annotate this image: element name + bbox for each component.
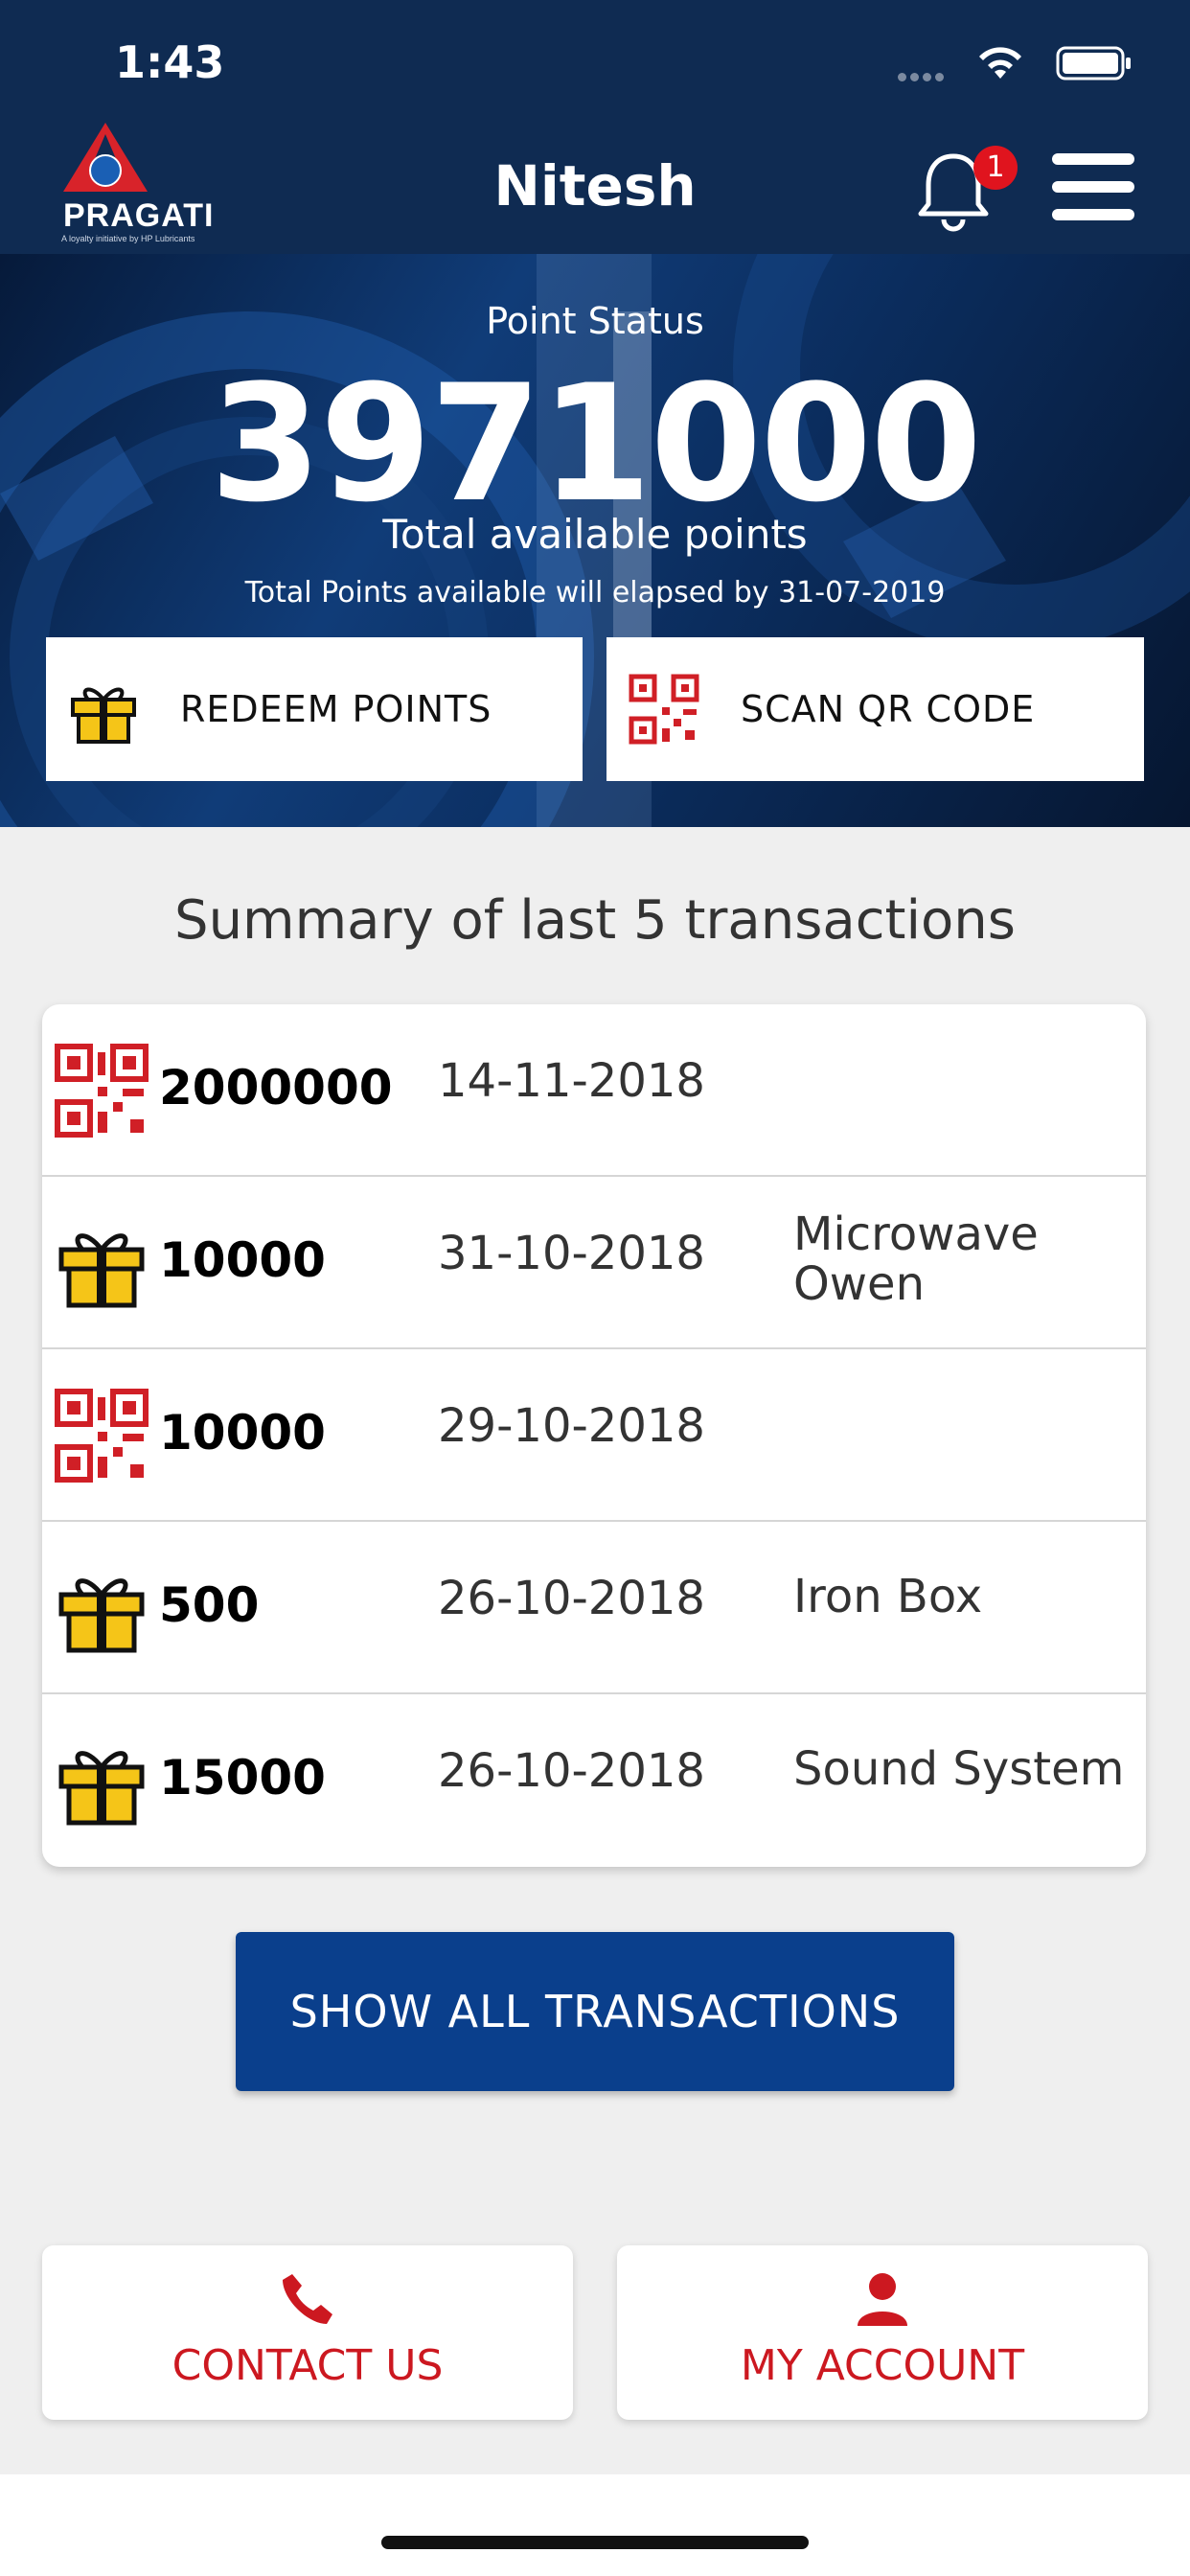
qr-code-icon: [629, 674, 699, 745]
transaction-date: 29-10-2018: [438, 1399, 705, 1453]
transaction-date: 26-10-2018: [438, 1572, 705, 1625]
gift-icon: [58, 1578, 145, 1653]
transaction-points: 2000000: [159, 1060, 393, 1116]
points-expiry-note: Total Points available will elapsed by 3…: [244, 576, 946, 610]
gift-icon: [58, 1751, 145, 1826]
transactions-card: 2000000 14-11-2018 10000 31-10-2018 Micr…: [42, 1004, 1146, 1867]
points-subtitle: Total available points: [382, 511, 808, 558]
transaction-item: Microwave Owen: [793, 1208, 1039, 1311]
gift-icon: [58, 1233, 145, 1308]
transaction-item: Sound System: [793, 1742, 1125, 1796]
status-time: 1:43: [115, 36, 225, 88]
my-account-button[interactable]: MY ACCOUNT: [617, 2245, 1148, 2420]
transaction-points: 15000: [159, 1750, 326, 1806]
transaction-date: 31-10-2018: [438, 1227, 705, 1280]
contact-us-label: CONTACT US: [172, 2341, 444, 2390]
phone-icon: [283, 2274, 332, 2324]
redeem-points-label: REDEEM POINTS: [180, 688, 492, 730]
transaction-points: 10000: [159, 1232, 326, 1288]
my-account-label: MY ACCOUNT: [740, 2341, 1025, 2390]
transaction-row: 15000 26-10-2018 Sound System: [42, 1694, 1146, 1867]
home-indicator-area: [0, 2474, 1190, 2576]
points-total: 3971000: [209, 350, 982, 538]
qr-code-icon: [55, 1389, 149, 1483]
user-icon: [858, 2273, 907, 2326]
transaction-row: 500 26-10-2018 Iron Box: [42, 1522, 1146, 1694]
transaction-points: 10000: [159, 1405, 326, 1460]
transaction-row: 10000 31-10-2018 Microwave Owen: [42, 1177, 1146, 1349]
gift-icon: [71, 687, 136, 744]
brand-tagline: A loyalty initiative by HP Lubricants: [61, 234, 195, 243]
notification-badge: 1: [973, 146, 1018, 190]
hamburger-menu-icon[interactable]: [1052, 153, 1134, 222]
summary-title: Summary of last 5 transactions: [174, 889, 1016, 952]
show-all-transactions-button[interactable]: SHOW ALL TRANSACTIONS: [236, 1932, 954, 2091]
transaction-row: 10000 29-10-2018: [42, 1349, 1146, 1522]
scan-qr-code-button[interactable]: SCAN QR CODE: [606, 637, 1144, 781]
point-status-hero: Point Status 3971000 Total available poi…: [0, 254, 1190, 827]
contact-us-button[interactable]: CONTACT US: [42, 2245, 573, 2420]
redeem-points-button[interactable]: REDEEM POINTS: [46, 637, 583, 781]
wifi-icon: [979, 47, 1021, 79]
transaction-row: 2000000 14-11-2018: [42, 1004, 1146, 1177]
transaction-date: 14-11-2018: [438, 1054, 705, 1108]
battery-icon: [1056, 46, 1131, 80]
home-indicator[interactable]: [381, 2536, 809, 2549]
transaction-date: 26-10-2018: [438, 1744, 705, 1798]
transaction-points: 500: [159, 1577, 260, 1633]
transaction-item: Iron Box: [793, 1570, 983, 1623]
scan-qr-code-label: SCAN QR CODE: [741, 688, 1036, 730]
qr-code-icon: [55, 1044, 149, 1138]
signal-icon: [898, 67, 955, 81]
point-status-label: Point Status: [486, 300, 704, 342]
top-bar: 1:43 PRAGATI A loyalty initiative by HP …: [0, 0, 1190, 254]
